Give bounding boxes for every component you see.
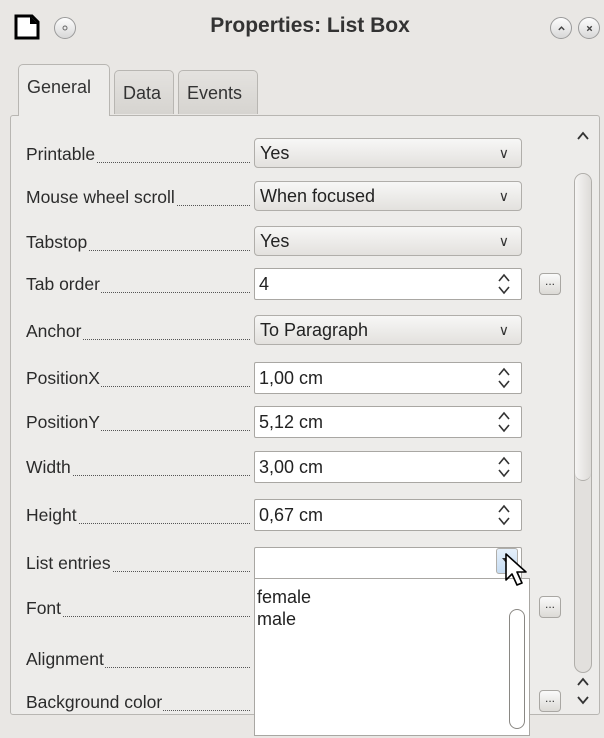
spin-arrows-icon[interactable] — [497, 272, 511, 296]
background-color-dots-button[interactable]: ... — [539, 690, 561, 712]
property-label: Mouse wheel scroll — [26, 187, 176, 207]
property-label: PositionX — [26, 368, 101, 388]
anchor-select[interactable]: To Paragraph ∨ — [254, 315, 522, 345]
window-title: Properties: List Box — [210, 14, 410, 37]
list-entry-item[interactable]: female — [257, 587, 311, 608]
scroll-down-icon[interactable] — [576, 693, 590, 707]
property-label: Alignment — [26, 649, 105, 669]
chevron-down-icon: ∨ — [498, 145, 509, 161]
tab-data[interactable]: Data — [114, 70, 174, 114]
tab-events-label: Events — [187, 83, 243, 103]
list-entries-field[interactable] — [254, 547, 522, 581]
list-entries-popup[interactable]: female male — [254, 578, 530, 736]
property-label: Width — [26, 457, 72, 477]
font-dots-button[interactable]: ... — [539, 596, 561, 618]
scroll-up-icon[interactable] — [576, 129, 590, 143]
chevron-down-icon: ∨ — [498, 322, 509, 338]
spin-arrows-icon[interactable] — [497, 455, 511, 479]
chevron-down-icon: ∨ — [498, 188, 509, 204]
tab-data-label: Data — [123, 83, 162, 103]
width-spinner[interactable]: 3,00 cm — [254, 451, 522, 483]
scrollbar-track[interactable] — [574, 173, 592, 673]
spin-arrows-icon[interactable] — [497, 503, 511, 527]
mouse-wheel-scroll-select[interactable]: When focused ∨ — [254, 181, 522, 211]
tab-general[interactable]: General — [18, 64, 110, 116]
popup-scrollbar[interactable] — [509, 609, 525, 729]
property-label: Height — [26, 505, 78, 525]
tab-order-spinner[interactable]: 4 — [254, 268, 522, 300]
position-x-spinner[interactable]: 1,00 cm — [254, 362, 522, 394]
property-label: Printable — [26, 144, 97, 164]
property-label: Background color — [26, 692, 164, 712]
panel-scrollbar[interactable] — [572, 131, 594, 715]
chevron-down-icon: ∨ — [498, 233, 509, 249]
property-label: Anchor — [26, 321, 83, 341]
spin-arrows-icon[interactable] — [497, 366, 511, 390]
tab-order-dots-button[interactable]: ... — [539, 273, 561, 295]
property-label: PositionY — [26, 412, 101, 432]
spin-arrows-icon[interactable] — [497, 410, 511, 434]
app-document-icon — [14, 14, 40, 40]
title-bar: Properties: List Box — [0, 0, 604, 58]
property-label: Tab order — [26, 274, 101, 294]
minimize-icon[interactable] — [550, 17, 572, 39]
printable-select[interactable]: Yes ∨ — [254, 138, 522, 168]
close-icon[interactable] — [578, 17, 600, 39]
scrollbar-thumb[interactable] — [575, 174, 591, 481]
property-label: List entries — [26, 553, 112, 573]
pin-icon[interactable] — [54, 17, 76, 39]
position-y-spinner[interactable]: 5,12 cm — [254, 406, 522, 438]
tab-events[interactable]: Events — [178, 70, 258, 114]
mouse-pointer-icon — [505, 553, 527, 586]
property-label: Font — [26, 598, 63, 618]
tab-general-label: General — [27, 77, 92, 97]
list-entry-item[interactable]: male — [257, 609, 296, 630]
scroll-up-small-icon[interactable] — [576, 675, 590, 689]
height-spinner[interactable]: 0,67 cm — [254, 499, 522, 531]
tabstop-select[interactable]: Yes ∨ — [254, 226, 522, 256]
property-label: Tabstop — [26, 232, 89, 252]
